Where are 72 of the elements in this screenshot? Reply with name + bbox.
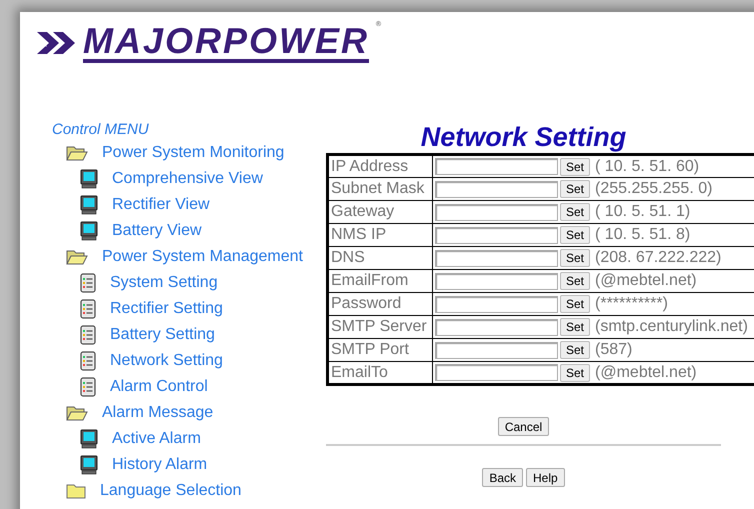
field-label: Subnet Mask [328, 178, 432, 200]
menu-link[interactable]: Alarm Control [110, 375, 208, 399]
page-title: Network Setting [420, 121, 628, 153]
open-folder-icon [66, 405, 88, 421]
monitor-icon [80, 169, 98, 189]
input-field[interactable] [435, 158, 558, 175]
list-document-icon [80, 351, 96, 371]
current-value: ( 10. 5. 51. 8) [594, 226, 690, 244]
current-value: ( 10. 5. 51. 1) [594, 203, 690, 221]
field-label: NMS IP [328, 224, 432, 246]
input-field[interactable] [435, 342, 558, 358]
field-label: Gateway [328, 200, 432, 224]
menu-link[interactable]: Comprehensive View [112, 167, 263, 191]
footer-button[interactable]: Back [482, 468, 523, 487]
set-button[interactable]: Set [560, 180, 590, 198]
menu-link[interactable]: Rectifier View [112, 193, 210, 217]
input-field[interactable] [435, 364, 558, 381]
current-value: (208. 67.222.222) [594, 249, 722, 267]
menu-link[interactable]: System Setting [110, 271, 218, 295]
footer-button[interactable]: Help [526, 468, 565, 487]
menu-link[interactable]: Power System Management [102, 245, 303, 269]
field-label: EmailFrom [328, 270, 432, 292]
current-value: (255.255.255. 0) [594, 180, 712, 198]
input-field[interactable] [435, 272, 558, 290]
current-value: (587) [594, 341, 632, 359]
set-button[interactable]: Set [560, 249, 590, 267]
input-field[interactable] [435, 180, 558, 198]
open-folder-icon [66, 249, 88, 265]
menu-link[interactable]: Power System Monitoring [102, 141, 284, 165]
field-label: Password [328, 292, 432, 316]
list-document-icon [80, 325, 96, 345]
list-document-icon [80, 377, 96, 397]
menu-link[interactable]: Battery Setting [110, 323, 215, 347]
set-button[interactable]: Set [560, 203, 590, 221]
monitor-icon [80, 429, 98, 449]
field-label: DNS [328, 246, 432, 270]
input-field[interactable] [435, 296, 558, 312]
current-value: ( 10. 5. 51. 60) [594, 158, 700, 176]
open-folder-icon [66, 145, 88, 161]
input-field[interactable] [435, 226, 558, 244]
field-label: IP Address [328, 154, 432, 178]
monitor-icon [80, 455, 98, 475]
input-field[interactable] [435, 250, 558, 266]
menu-link[interactable]: Language Selection [100, 479, 242, 503]
list-document-icon [80, 299, 96, 319]
set-button[interactable]: Set [560, 295, 590, 313]
set-button[interactable]: Set [560, 226, 590, 244]
input-field[interactable] [435, 204, 558, 220]
menu-link[interactable]: History Alarm [112, 453, 208, 477]
current-value: (@mebtel.net) [594, 272, 697, 290]
current-value: (@mebtel.net) [594, 364, 697, 382]
menu-link[interactable]: Network Setting [110, 349, 223, 373]
current-value: (smtp.centurylink.net) [594, 318, 748, 336]
menu-link[interactable]: Battery View [112, 219, 202, 243]
field-label: SMTP Server [328, 316, 432, 338]
menu-link[interactable]: Alarm Message [102, 401, 214, 425]
input-field[interactable] [435, 318, 558, 336]
menu-link[interactable]: Rectifier Setting [110, 297, 223, 321]
folder-icon [66, 483, 86, 499]
menu-title: Control MENU [52, 121, 150, 139]
set-button[interactable]: Set [560, 272, 590, 290]
set-button[interactable]: Set [560, 318, 590, 336]
menu-link[interactable]: Active Alarm [112, 427, 201, 451]
monitor-icon [80, 195, 98, 215]
current-value: (**********) [594, 295, 668, 313]
list-document-icon [80, 273, 96, 293]
cancel-button[interactable]: Cancel [498, 417, 550, 436]
monitor-icon [80, 221, 98, 241]
set-button[interactable]: Set [560, 158, 590, 176]
set-button[interactable]: Set [560, 341, 590, 359]
set-button[interactable]: Set [560, 364, 590, 382]
field-label: SMTP Port [328, 338, 432, 362]
